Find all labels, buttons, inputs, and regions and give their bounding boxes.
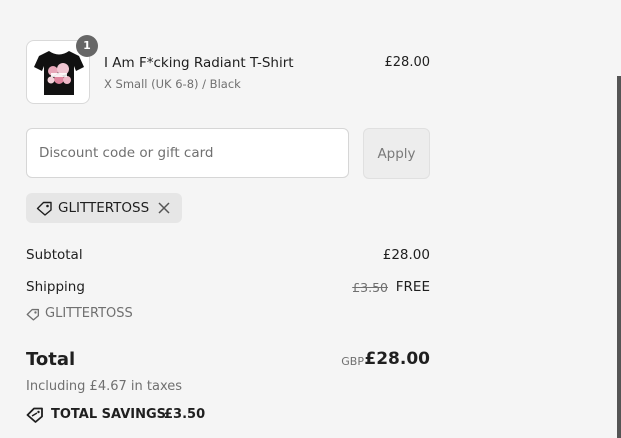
discount-code-input[interactable] [26,128,349,178]
total-value: £28.00 [364,349,430,369]
shipping-original-price: £3.50 [352,280,388,295]
tax-note: Including £4.67 in taxes [26,379,183,394]
shipping-code-label: GLITTERTOSS [45,306,133,321]
tag-icon [36,201,52,216]
product-thumbnail: 1 [26,35,98,104]
product-variant: X Small (UK 6-8) / Black [104,77,241,91]
applied-discount-chip: GLITTERTOSS [26,193,182,223]
total-savings: TOTAL SAVINGS £3.50 [26,406,276,426]
product-title: I Am F*cking Radiant T-Shirt [104,55,294,71]
total-savings-label: TOTAL SAVINGS [51,407,167,422]
order-summary-panel: 1 I Am F*cking Radiant T-Shirt X Small (… [0,0,621,438]
shipping-label: Shipping [26,279,85,295]
apply-discount-button[interactable]: Apply [363,128,430,179]
subtotal-label: Subtotal [26,247,83,263]
total-label: Total [26,349,76,370]
applied-discount-code: GLITTERTOSS [58,200,150,216]
close-icon[interactable] [158,202,170,214]
product-price: £28.00 [384,55,431,70]
savings-tag-icon [26,407,43,423]
line-item: 1 I Am F*cking Radiant T-Shirt X Small (… [26,35,431,104]
subtotal-value: £28.00 [382,247,430,263]
total-savings-value: £3.50 [164,407,206,422]
scrollbar[interactable] [617,76,621,438]
tshirt-image [34,51,84,95]
currency-code: GBP [341,355,364,368]
quantity-badge: 1 [76,35,98,57]
tag-icon [26,308,40,321]
shipping-value: FREE [395,279,430,295]
